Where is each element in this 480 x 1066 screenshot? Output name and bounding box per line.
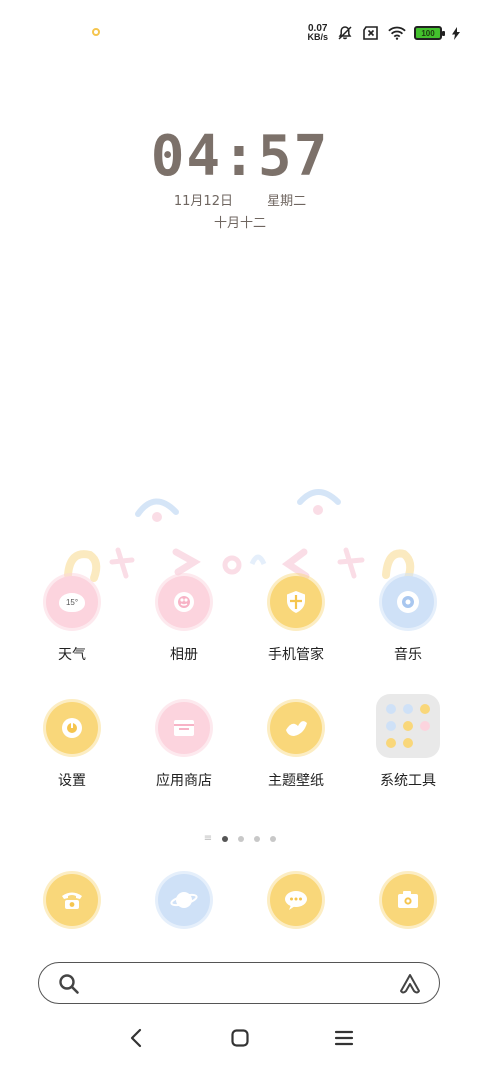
recents-button[interactable] <box>330 1026 358 1050</box>
app-label: 相册 <box>170 647 198 663</box>
dock-messages[interactable] <box>246 874 346 926</box>
back-icon <box>130 1028 142 1048</box>
network-speed: 0.07 KB/s <box>307 24 328 42</box>
app-label: 应用商店 <box>156 773 212 789</box>
page-dot[interactable] <box>238 836 245 842</box>
weather-temperature: 15° <box>58 592 86 612</box>
wallpaper-doodle <box>64 489 415 582</box>
page-dot-active[interactable] <box>222 836 229 842</box>
sim-off-icon <box>362 24 380 42</box>
app-weather[interactable]: 15° 天气 <box>22 576 122 664</box>
battery-icon: 100 <box>414 26 445 40</box>
app-settings[interactable]: 设置 <box>22 702 122 790</box>
app-store-icon <box>158 702 210 754</box>
app-music[interactable]: 音乐 <box>358 576 458 664</box>
page-dot[interactable] <box>270 836 277 842</box>
search-icon[interactable] <box>57 972 81 1000</box>
app-label: 主题壁纸 <box>268 773 324 789</box>
gallery-icon <box>158 576 210 628</box>
clock-date: 11月12日 <box>173 194 233 209</box>
wifi-icon <box>388 24 406 42</box>
status-bar-right: 0.07 KB/s 100 <box>307 20 460 46</box>
app-gallery[interactable]: 相册 <box>134 576 234 664</box>
app-security[interactable]: 手机管家 <box>246 576 346 664</box>
clock-time[interactable]: 04:57 <box>0 124 480 189</box>
back-button[interactable] <box>122 1026 150 1050</box>
clock-lunar-date: 十月十二 <box>213 216 266 231</box>
messages-icon <box>270 874 322 926</box>
page-indicator[interactable]: ≡ <box>0 834 480 844</box>
security-icon <box>270 576 322 628</box>
page-menu-icon[interactable]: ≡ <box>204 834 212 844</box>
app-label: 手机管家 <box>268 647 324 663</box>
assistant-icon[interactable] <box>397 972 423 1000</box>
charging-icon <box>452 24 460 42</box>
themes-icon <box>270 702 322 754</box>
camera-icon <box>382 874 434 926</box>
home-icon <box>231 1029 249 1047</box>
weather-icon: 15° <box>46 576 98 628</box>
home-button[interactable] <box>226 1026 254 1050</box>
dock-camera[interactable] <box>358 874 458 926</box>
recents-icon <box>334 1030 354 1046</box>
dock-browser[interactable] <box>134 874 234 926</box>
dock-phone[interactable] <box>22 874 122 926</box>
app-themes[interactable]: 主题壁纸 <box>246 702 346 790</box>
clock-date-line[interactable]: 11月12日 星期二 <box>0 190 480 209</box>
notification-dot-icon <box>92 28 100 36</box>
app-store[interactable]: 应用商店 <box>134 702 234 790</box>
app-folder-system-tools[interactable]: 系统工具 <box>358 694 458 790</box>
battery-level: 100 <box>421 28 435 38</box>
app-label: 天气 <box>58 647 86 663</box>
phone-icon <box>46 874 98 926</box>
clock-weekday: 星期二 <box>267 194 307 209</box>
app-label: 音乐 <box>394 647 422 663</box>
system-tools-folder-icon <box>376 694 440 758</box>
bell-off-icon <box>336 24 354 42</box>
app-label: 设置 <box>58 773 86 789</box>
browser-icon <box>158 874 210 926</box>
page-dot[interactable] <box>254 836 261 842</box>
search-bar[interactable] <box>38 962 440 1004</box>
app-label: 系统工具 <box>380 773 436 789</box>
network-speed-unit: KB/s <box>307 32 328 42</box>
music-icon <box>382 576 434 628</box>
settings-icon <box>46 702 98 754</box>
